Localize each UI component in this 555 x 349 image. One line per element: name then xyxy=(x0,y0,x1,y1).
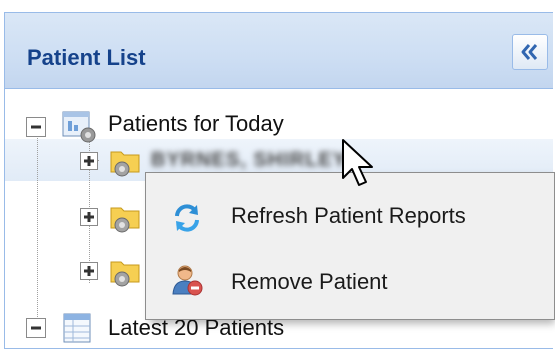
tree-node-label: Patients for Today xyxy=(108,111,284,136)
folder-gear-icon xyxy=(110,261,140,287)
double-chevron-left-icon xyxy=(521,44,538,60)
table-icon xyxy=(63,313,91,343)
panel-header: Patient List xyxy=(5,13,553,89)
expand-toggle-icon[interactable] xyxy=(79,207,99,227)
menu-item-refresh-patient-reports[interactable]: Refresh Patient Reports xyxy=(146,189,554,245)
expand-toggle-icon[interactable] xyxy=(79,151,99,171)
top-strip xyxy=(0,0,555,12)
folder-gear-icon xyxy=(110,151,140,177)
context-menu: Refresh Patient Reports Remove Patient xyxy=(145,172,555,320)
folder-gear-icon xyxy=(110,207,140,233)
expand-toggle-icon[interactable] xyxy=(79,261,99,281)
menu-item-label: Refresh Patient Reports xyxy=(231,203,466,228)
collapse-toggle-icon[interactable] xyxy=(25,317,47,339)
report-gear-icon xyxy=(62,111,96,143)
menu-item-remove-patient[interactable]: Remove Patient xyxy=(146,255,554,311)
collapse-toggle-icon[interactable] xyxy=(25,116,47,138)
tree-line xyxy=(37,129,38,319)
patient-name-redacted: BYRNES, SHIRLEY xyxy=(151,149,348,171)
panel-title: Patient List xyxy=(27,45,146,70)
refresh-icon xyxy=(175,204,199,232)
remove-user-icon xyxy=(172,265,203,296)
mouse-pointer-icon xyxy=(342,139,373,186)
collapse-panel-button[interactable] xyxy=(512,34,548,70)
menu-item-label: Remove Patient xyxy=(231,269,388,294)
